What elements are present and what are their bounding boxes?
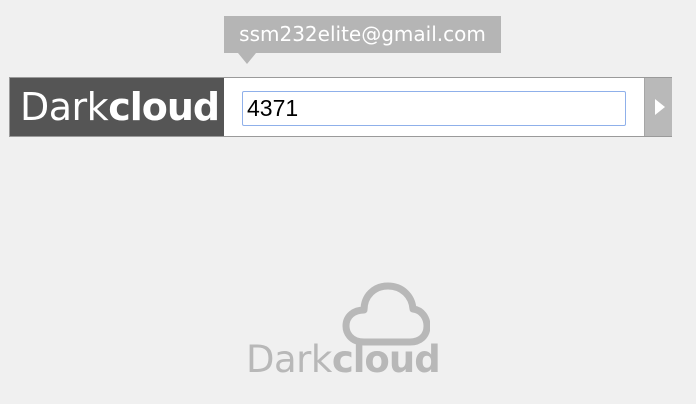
login-bar: Darkcloud [9,77,672,137]
account-email-tooltip: ssm232elite@gmail.com [224,16,501,53]
account-email-text: ssm232elite@gmail.com [239,22,486,46]
pin-input[interactable] [242,91,626,126]
brand-logo-part2: cloud [108,85,220,129]
brand-logo: Darkcloud [10,78,224,136]
footer-wordmark-part2: cloud [331,338,441,381]
arrow-right-icon [655,99,665,115]
footer-logo: Darkcloud [246,282,441,382]
submit-button[interactable] [644,78,672,136]
footer-wordmark: Darkcloud [246,338,441,382]
brand-logo-part1: Dark [20,85,109,129]
tooltip-pointer [238,53,256,64]
footer-wordmark-part1: Dark [246,338,332,381]
